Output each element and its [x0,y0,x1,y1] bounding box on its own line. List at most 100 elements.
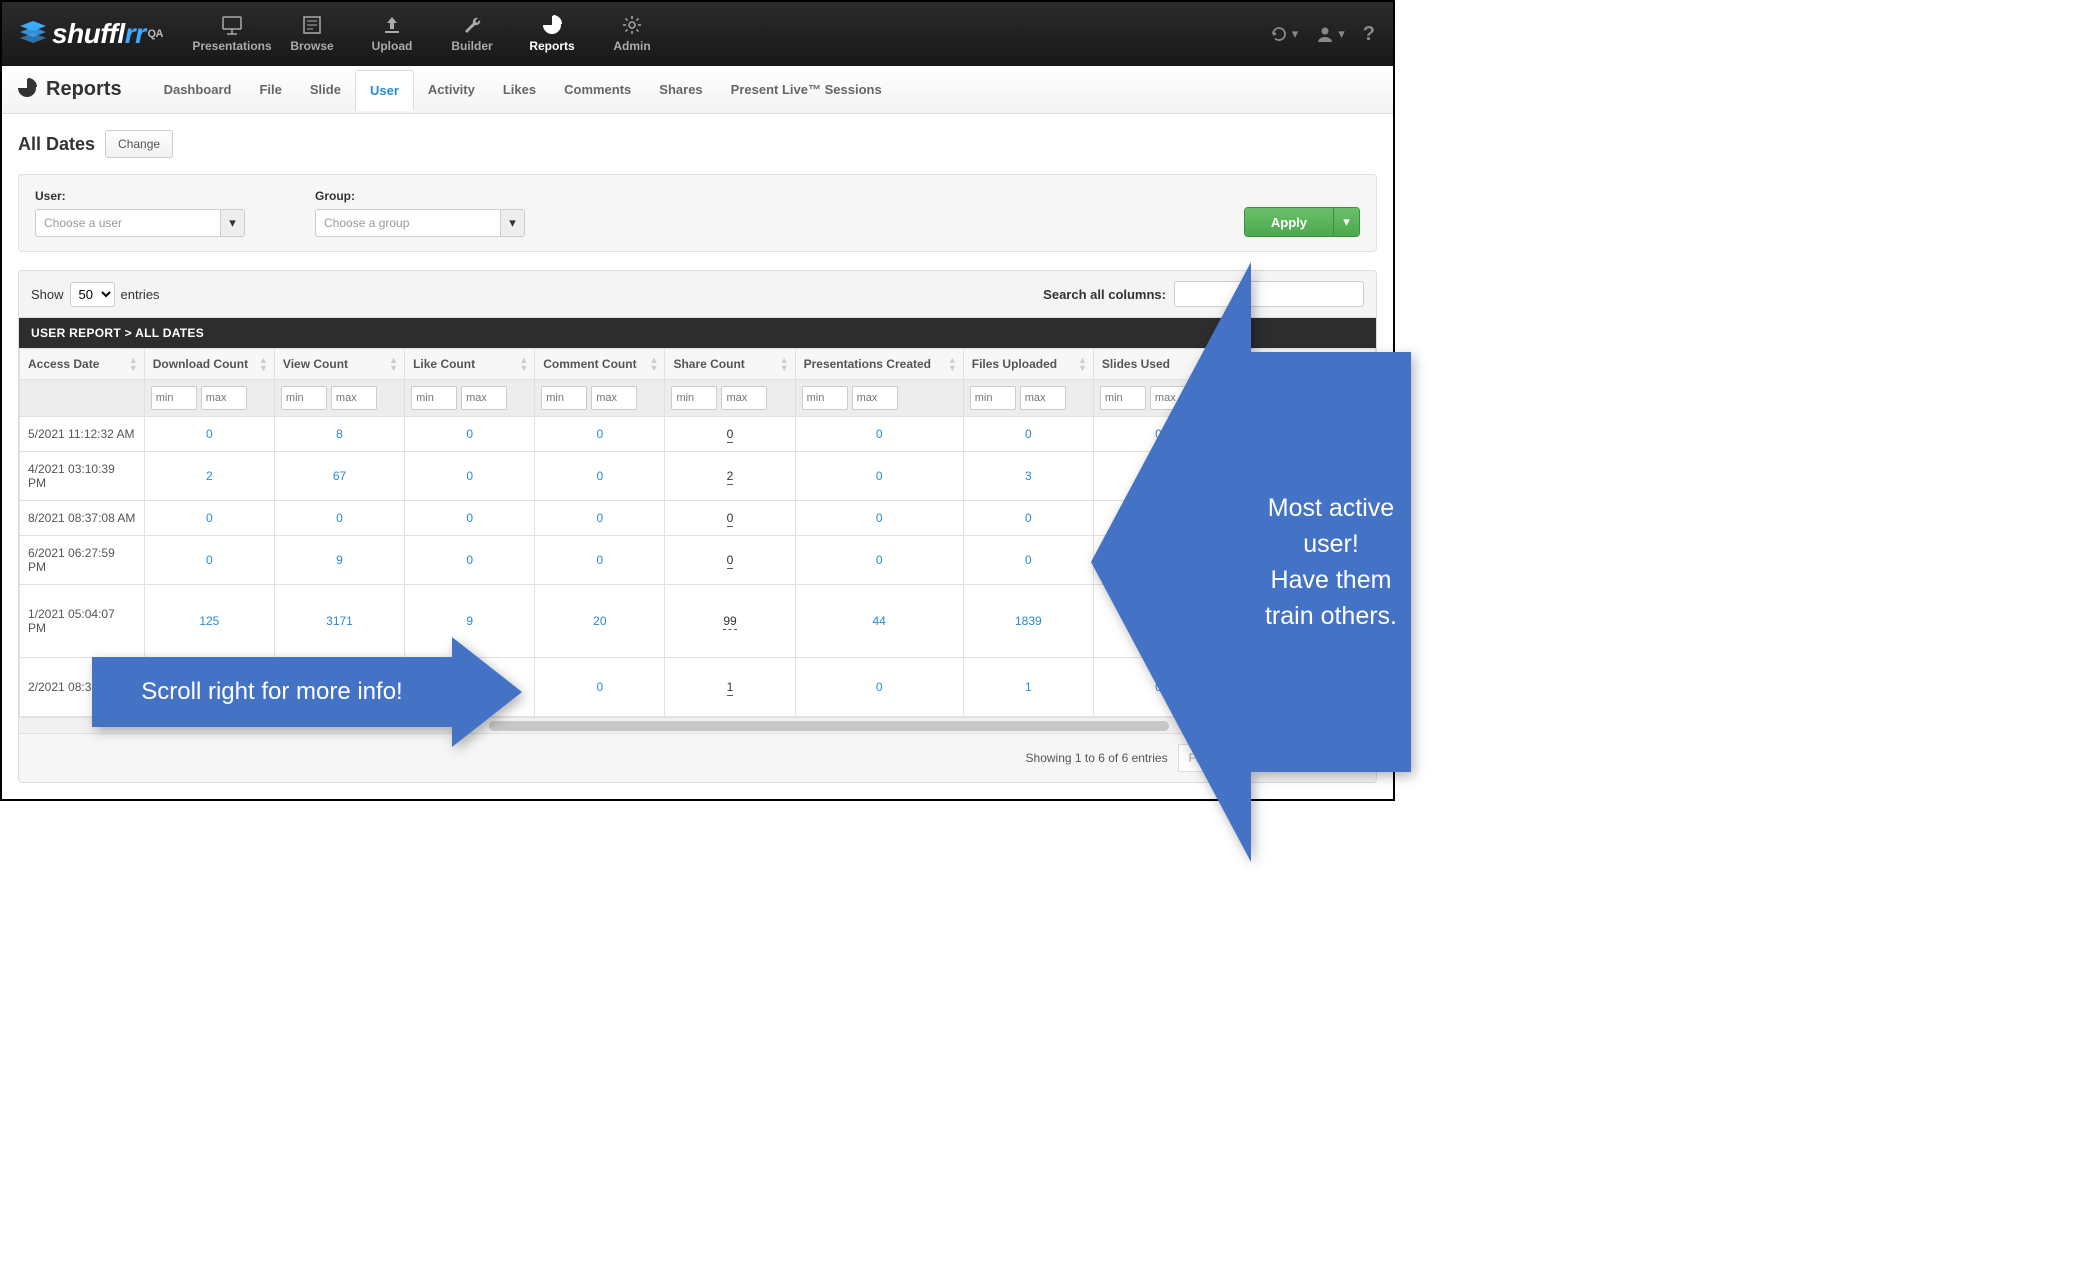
show-label: Show [31,287,64,302]
cell-pres: 44 [795,585,963,658]
col-presentations[interactable]: Presentations Created▲▼ [795,349,963,380]
max-input[interactable] [591,386,637,410]
min-input[interactable] [281,386,327,410]
tab-file[interactable]: File [245,68,295,111]
sub-nav: Reports Dashboard File Slide User Activi… [2,66,1393,114]
page-size-control: Show 50 entries [31,282,160,307]
entries-label: entries [121,287,160,302]
brand-badge: QA [148,28,164,40]
tab-dashboard[interactable]: Dashboard [150,68,246,111]
cell-download: 0 [144,536,274,585]
nav-presentations[interactable]: Presentations [193,2,271,66]
cell-share: 2 [665,452,795,501]
tab-activity[interactable]: Activity [414,68,489,111]
tab-shares[interactable]: Shares [645,68,716,111]
cell-share: 1 [665,658,795,717]
col-files-uploaded[interactable]: Files Uploaded▲▼ [963,349,1093,380]
apply-button-label: Apply [1245,208,1333,236]
max-input[interactable] [721,386,767,410]
group-filter-label: Group: [315,189,525,203]
chevron-down-icon[interactable]: ▾ [1333,208,1359,236]
tab-comments[interactable]: Comments [550,68,645,111]
upload-icon [381,15,403,35]
cell-comment: 0 [535,658,665,717]
cell-pres: 0 [795,452,963,501]
min-input[interactable] [541,386,587,410]
cell-access: 6/2021 06:27:59 PM [20,536,145,585]
col-like-count[interactable]: Like Count▲▼ [405,349,535,380]
tab-slide[interactable]: Slide [296,68,355,111]
min-input[interactable] [151,386,197,410]
tab-user[interactable]: User [355,70,414,111]
cell-view: 67 [274,452,404,501]
min-input[interactable] [802,386,848,410]
help-button[interactable]: ? [1363,23,1375,46]
scrollbar-thumb[interactable] [489,721,1169,731]
nav-admin[interactable]: Admin [593,2,671,66]
date-range-heading: All Dates [18,134,95,155]
chevron-down-icon: ▾ [1338,26,1345,42]
apply-button[interactable]: Apply ▾ [1244,207,1360,237]
change-dates-button[interactable]: Change [105,130,173,158]
max-input[interactable] [201,386,247,410]
nav-label: Presentations [192,39,271,53]
cell-files: 1839 [963,585,1093,658]
cell-share: 0 [665,417,795,452]
cell-comment: 0 [535,501,665,536]
date-range-row: All Dates Change [18,130,1377,158]
user-select[interactable]: Choose a user ▾ [35,209,245,237]
callout-scroll-right: Scroll right for more info! [92,642,522,742]
presentation-icon [221,15,243,35]
tab-likes[interactable]: Likes [489,68,550,111]
user-icon [1316,25,1334,43]
filter-user: User: Choose a user ▾ [35,189,245,237]
layers-icon [20,18,46,50]
brand-logo[interactable]: shufflrrQA [20,18,163,50]
cell-files: 0 [963,536,1093,585]
brand-text-right: rr [125,18,146,50]
page-size-select[interactable]: 50 [70,282,115,307]
cell-download: 2 [144,452,274,501]
group-select[interactable]: Choose a group ▾ [315,209,525,237]
cell-like: 0 [405,536,535,585]
filter-panel: User: Choose a user ▾ Group: Choose a gr… [18,174,1377,252]
chevron-down-icon: ▾ [220,210,244,236]
max-input[interactable] [461,386,507,410]
min-input[interactable] [411,386,457,410]
cell-view: 8 [274,417,404,452]
col-download-count[interactable]: Download Count▲▼ [144,349,274,380]
tab-present-live[interactable]: Present Live™ Sessions [717,68,896,111]
col-access-date[interactable]: Access Date▲▼ [20,349,145,380]
max-input[interactable] [1020,386,1066,410]
cell-files: 3 [963,452,1093,501]
pie-icon [541,15,563,35]
cell-files: 0 [963,501,1093,536]
gear-icon [621,15,643,35]
arrow-left-icon [1091,262,1251,862]
refresh-icon [1270,25,1288,43]
nav-reports[interactable]: Reports [513,2,591,66]
sync-menu[interactable]: ▾ [1270,25,1299,43]
cell-comment: 0 [535,452,665,501]
callout-text: Scroll right for more info! [92,657,452,727]
max-input[interactable] [331,386,377,410]
filter-group: Group: Choose a group ▾ [315,189,525,237]
cell-view: 9 [274,536,404,585]
chevron-down-icon: ▾ [500,210,524,236]
min-input[interactable] [671,386,717,410]
cell-pres: 0 [795,658,963,717]
pie-icon [16,77,38,102]
cell-share: 0 [665,501,795,536]
nav-browse[interactable]: Browse [273,2,351,66]
col-view-count[interactable]: View Count▲▼ [274,349,404,380]
nav-upload[interactable]: Upload [353,2,431,66]
max-input[interactable] [852,386,898,410]
col-comment-count[interactable]: Comment Count▲▼ [535,349,665,380]
nav-builder[interactable]: Builder [433,2,511,66]
col-share-count[interactable]: Share Count▲▼ [665,349,795,380]
user-menu[interactable]: ▾ [1316,25,1345,43]
callout-most-active: Most active user! Have them train others… [1091,262,1411,862]
min-input[interactable] [970,386,1016,410]
brand-text-left: shuffl [52,18,125,50]
top-nav-right: ▾ ▾ ? [1270,23,1375,46]
